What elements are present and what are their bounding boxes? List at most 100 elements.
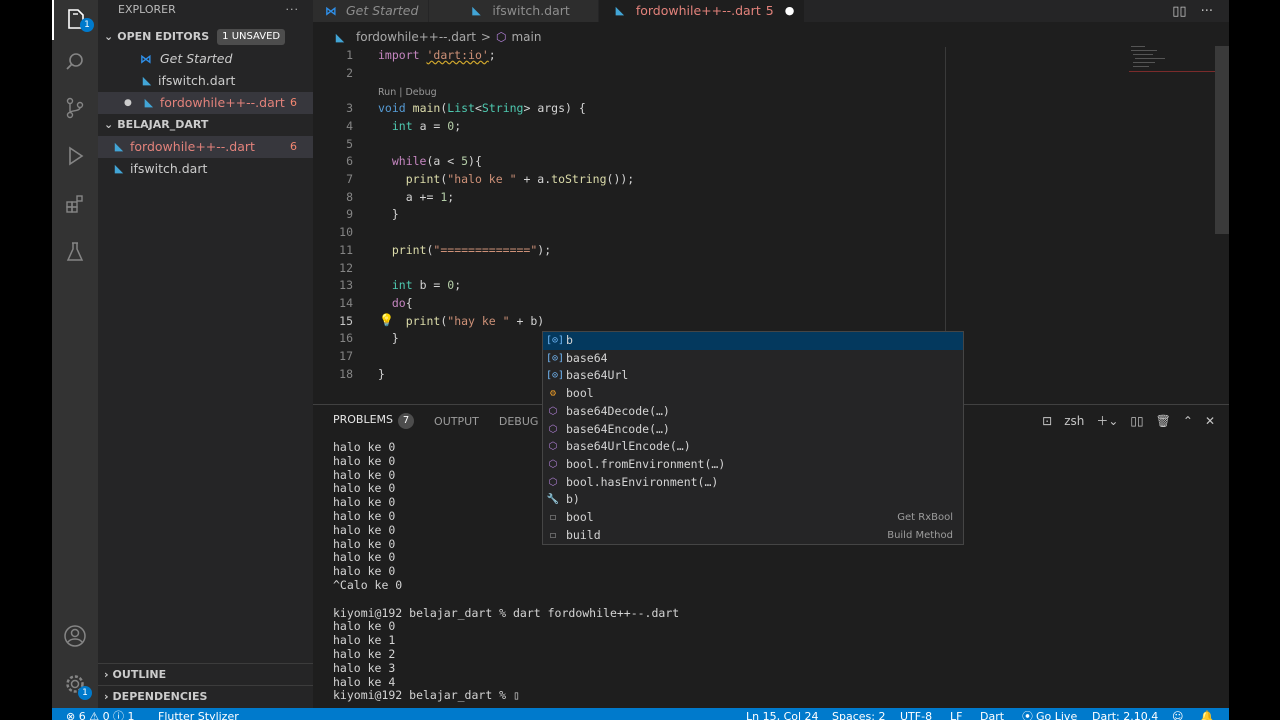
- file-fordowhile[interactable]: ◣ fordowhile++--.dart 6: [98, 136, 313, 158]
- close-panel-icon[interactable]: ✕: [1205, 414, 1215, 428]
- breadcrumb-file[interactable]: fordowhile++--.dart: [356, 30, 476, 44]
- encoding-status[interactable]: UTF-8: [900, 708, 932, 720]
- search-icon[interactable]: [52, 42, 98, 82]
- unsaved-dot-icon[interactable]: ●: [785, 1, 795, 21]
- code-line-11: print("=============");: [378, 243, 551, 257]
- indentation-status[interactable]: Spaces: 2: [832, 708, 885, 720]
- minimap-line: [1133, 62, 1155, 63]
- settings-gear-icon[interactable]: 1: [52, 664, 98, 704]
- suggestion-item[interactable]: ⬡ base64Encode(…): [543, 421, 963, 439]
- suggestion-item[interactable]: [⊙] base64: [543, 350, 963, 368]
- minimap-line: [1135, 58, 1165, 59]
- problem-count: 6: [290, 96, 297, 109]
- suggestion-item[interactable]: ☐ build Build Method: [543, 527, 963, 544]
- suggestion-label: base64Url: [566, 368, 629, 383]
- explorer-title: EXPLORER ···: [98, 0, 313, 20]
- explorer-sidebar: EXPLORER ··· ⌄ OPEN EDITORS 1 UNSAVED ⋈ …: [98, 0, 313, 708]
- line-number: 18: [339, 367, 353, 381]
- suggestion-item[interactable]: ⚙ bool: [543, 385, 963, 403]
- problems-status[interactable]: ⊗ 6 ⚠ 0 ⓘ 1: [66, 708, 135, 720]
- token: <: [474, 101, 482, 115]
- notifications-bell-icon[interactable]: 🔔: [1200, 708, 1214, 720]
- add-terminal-icon[interactable]: ＋⌄: [1096, 412, 1118, 429]
- flutter-stylizer-status[interactable]: Flutter Stylizer: [158, 708, 239, 720]
- tab-debug[interactable]: DEBUG: [499, 415, 539, 428]
- feedback-icon[interactable]: ☺: [1172, 708, 1183, 720]
- cube-icon: ⬡: [495, 30, 507, 44]
- token: {: [405, 296, 413, 310]
- split-terminal-icon[interactable]: ▯▯: [1130, 414, 1143, 428]
- code-line-4: int a = 0;: [378, 119, 461, 133]
- trash-icon[interactable]: 🗑: [1156, 414, 1171, 428]
- suggestion-label: base64Decode(…): [566, 403, 670, 418]
- more-actions-icon[interactable]: ···: [1201, 4, 1213, 19]
- suggestion-item[interactable]: [⊙] base64Url: [543, 367, 963, 385]
- open-editor-get-started[interactable]: ⋈ Get Started: [98, 48, 313, 70]
- dart-file-icon: ◣: [472, 4, 481, 17]
- terminal-shell-name[interactable]: zsh: [1064, 414, 1084, 428]
- suggestion-item[interactable]: ⬡ bool.fromEnvironment(…): [543, 456, 963, 474]
- extensions-icon[interactable]: [52, 184, 98, 224]
- more-actions-icon[interactable]: ···: [286, 0, 300, 20]
- unsaved-badge: 1 UNSAVED: [217, 29, 286, 45]
- suggestion-item[interactable]: 🔧 b): [543, 491, 963, 509]
- tab-label: fordowhile++--.dart: [635, 3, 761, 18]
- terminal-line: halo ke 4: [333, 674, 396, 689]
- method-cube-icon: ⬡: [548, 476, 558, 488]
- suggestion-label: base64UrlEncode(…): [566, 439, 691, 454]
- run-debug-icon[interactable]: [52, 136, 98, 176]
- breadcrumb-separator: >: [480, 30, 491, 44]
- dart-sdk-status[interactable]: Dart: 2.10.4: [1092, 708, 1158, 720]
- suggestion-label: base64Encode(…): [566, 421, 670, 436]
- breadcrumb-symbol[interactable]: main: [511, 30, 541, 44]
- outline-header[interactable]: › OUTLINE: [98, 664, 313, 686]
- suggestion-label: bool: [566, 510, 594, 524]
- tab-get-started[interactable]: ⋈ Get Started: [313, 0, 430, 22]
- line-number: 9: [346, 207, 353, 221]
- language-status[interactable]: Dart: [980, 708, 1004, 720]
- token: while: [391, 154, 427, 168]
- snippet-square-icon: ☐: [549, 529, 557, 541]
- explorer-icon[interactable]: 1: [52, 0, 98, 40]
- open-editor-ifswitch[interactable]: ◣ ifswitch.dart: [98, 70, 313, 92]
- panel-actions: ⊡ zsh ＋⌄ ▯▯ 🗑 ⌃ ✕: [1042, 412, 1215, 429]
- suggestion-item[interactable]: ⬡ base64Decode(…): [543, 403, 963, 421]
- suggestion-item[interactable]: [⊙] b: [543, 332, 963, 350]
- token: a +=: [405, 190, 441, 204]
- project-folder-header[interactable]: ⌄ BELAJAR_DART: [98, 114, 313, 136]
- account-icon[interactable]: [52, 616, 98, 656]
- wrench-icon: 🔧: [546, 494, 560, 506]
- split-editor-icon[interactable]: ▯▯: [1172, 4, 1186, 19]
- open-editor-fordowhile[interactable]: ● ◣ fordowhile++--.dart 6: [98, 92, 313, 114]
- open-editors-header[interactable]: ⌄ OPEN EDITORS 1 UNSAVED: [98, 26, 313, 48]
- token: 'dart:io': [426, 48, 489, 62]
- go-live-status[interactable]: Go Live: [1036, 708, 1077, 720]
- tab-ifswitch[interactable]: ◣ ifswitch.dart: [429, 0, 599, 22]
- editor-scrollbar[interactable]: [1215, 46, 1229, 234]
- terminal-line: halo ke 3: [333, 660, 396, 675]
- line-number: 12: [339, 261, 353, 275]
- line-number: 13: [339, 278, 353, 292]
- testing-flask-icon[interactable]: [52, 232, 98, 272]
- explorer-badge: 1: [80, 18, 94, 32]
- run-debug-codelens[interactable]: Run | Debug: [378, 87, 437, 98]
- tab-problems[interactable]: PROBLEMS 7: [333, 413, 415, 429]
- dependencies-label: DEPENDENCIES: [112, 690, 208, 703]
- dependencies-header[interactable]: › DEPENDENCIES: [98, 686, 313, 708]
- variable-icon: [⊙]: [546, 352, 565, 364]
- token: ());: [606, 172, 635, 186]
- eol-status[interactable]: LF: [950, 708, 962, 720]
- token: ;: [488, 48, 496, 62]
- suggestion-item[interactable]: ☐ bool Get RxBool: [543, 509, 963, 527]
- minimap[interactable]: [1127, 44, 1219, 84]
- maximize-panel-icon[interactable]: ⌃: [1183, 414, 1193, 428]
- suggestion-item[interactable]: ⬡ base64UrlEncode(…): [543, 438, 963, 456]
- source-control-icon[interactable]: [52, 88, 98, 128]
- tab-fordowhile[interactable]: ◣ fordowhile++--.dart 5 ●: [598, 0, 806, 22]
- cursor-position-status[interactable]: Ln 15, Col 24: [746, 708, 819, 720]
- token: void: [378, 101, 406, 115]
- tab-output[interactable]: OUTPUT: [434, 415, 479, 428]
- suggestion-item[interactable]: ⬡ bool.hasEnvironment(…): [543, 474, 963, 492]
- problem-count: 6: [290, 140, 297, 153]
- file-ifswitch[interactable]: ◣ ifswitch.dart: [98, 158, 313, 180]
